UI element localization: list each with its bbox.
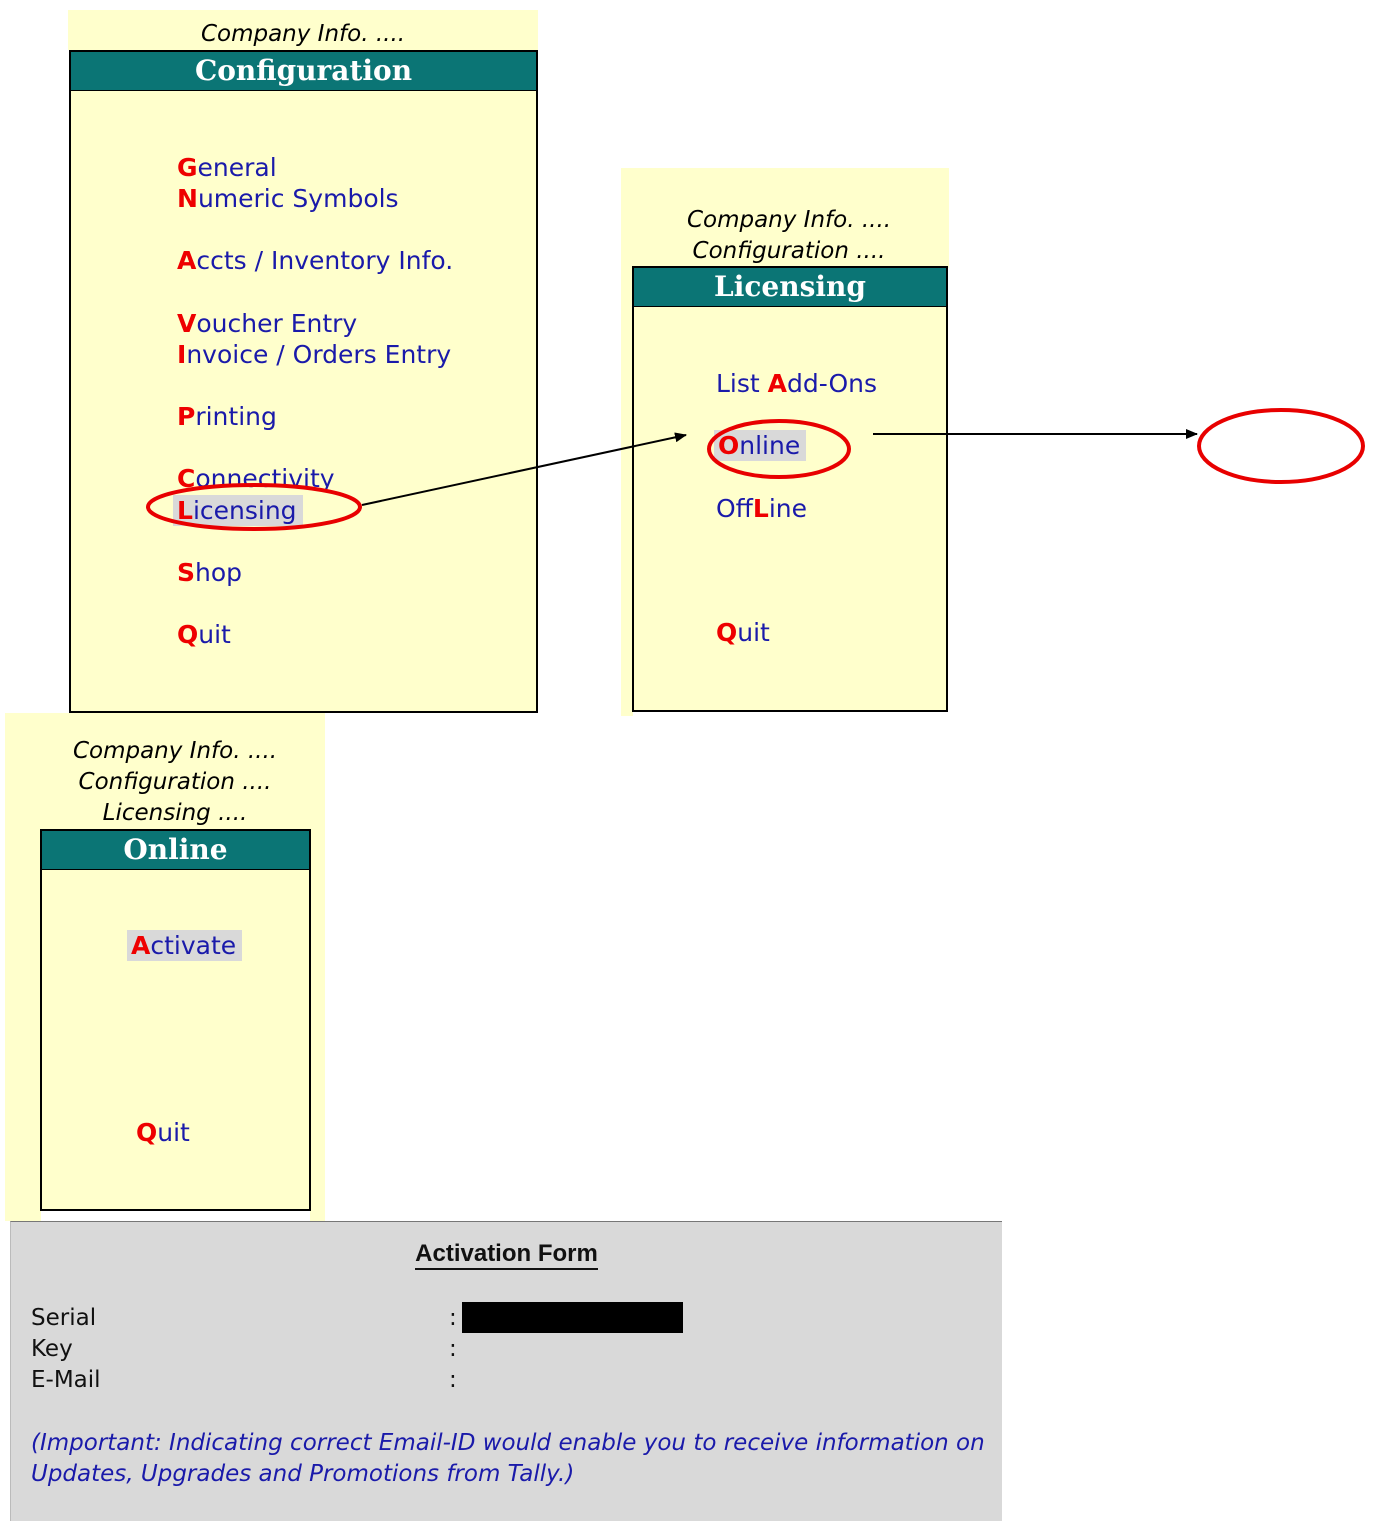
hotkey-letter: L [752, 494, 769, 523]
hotkey-letter: Q [177, 620, 199, 649]
online-breadcrumb-licensing: Licensing .... [102, 800, 248, 826]
licensing-menu-title: Licensing [634, 268, 946, 307]
hotkey-letter: Q [716, 618, 738, 647]
hotkey-letter: A [131, 931, 151, 960]
hotkey-letter: I [177, 340, 187, 369]
hotkey-letter: L [177, 496, 193, 525]
hotkey-letter: O [718, 431, 740, 460]
licensing-menu: Licensing [632, 266, 948, 712]
config-breadcrumb: Company Info. .... [200, 21, 406, 47]
menu-item-invoice-orders-entry[interactable]: Invoice / Orders Entry [177, 339, 451, 370]
online-side-bg [5, 829, 41, 1221]
online-breadcrumb-configuration: Configuration .... [78, 769, 272, 795]
menu-item-label: icensing [192, 496, 297, 525]
menu-item-list-add-ons[interactable]: List Add-Ons [716, 368, 877, 399]
menu-item-licensing[interactable]: Licensing [173, 495, 303, 526]
menu-item-connectivity[interactable]: Connectivity [177, 463, 335, 494]
menu-item-label: hop [195, 558, 243, 587]
menu-item-label: uit [198, 620, 231, 649]
menu-item-numeric-symbols[interactable]: Numeric Symbols [177, 183, 399, 214]
hotkey-letter: P [177, 402, 196, 431]
menu-item-label: ine [768, 494, 808, 523]
activation-form-title: Activation Form [415, 1240, 598, 1270]
menu-item-label: onnectivity [195, 464, 335, 493]
menu-item-label: rinting [195, 402, 277, 431]
configuration-menu-title: Configuration [71, 52, 536, 91]
menu-item-label: dd-Ons [787, 369, 878, 398]
email-note-line2: Updates, Upgrades and Promotions from Ta… [31, 1461, 575, 1487]
licensing-breadcrumb-configuration: Configuration .... [692, 238, 886, 264]
menu-item-label: eneral [197, 153, 277, 182]
hotkey-letter: S [177, 558, 196, 587]
menu-item-licensing-quit[interactable]: Quit [716, 617, 770, 648]
menu-item-online-quit[interactable]: Quit [136, 1117, 190, 1148]
menu-item-label: ccts / Inventory Info. [196, 246, 454, 275]
hotkey-letter: A [767, 369, 788, 398]
serial-separator: : [449, 1305, 457, 1331]
menu-item-label: uit [157, 1118, 190, 1147]
menu-item-label: umeric Symbols [197, 184, 399, 213]
online-side-bg-right [310, 829, 325, 1221]
configuration-menu: Configuration [69, 50, 538, 713]
highlight-next-step-ellipse [1197, 408, 1365, 484]
menu-item-label: ctivate [150, 931, 237, 960]
menu-item-quit[interactable]: Quit [177, 619, 231, 650]
online-menu: Online [40, 829, 311, 1211]
menu-item-label: uit [737, 618, 770, 647]
hotkey-letter: G [177, 153, 198, 182]
menu-item-offline[interactable]: OffLine [716, 493, 807, 524]
menu-item-online[interactable]: Online [714, 430, 807, 461]
online-breadcrumb-company: Company Info. .... [72, 738, 278, 764]
hotkey-letter: A [177, 246, 197, 275]
online-menu-title: Online [42, 831, 309, 870]
menu-item-general[interactable]: General [177, 152, 277, 183]
menu-item-accts-inventory-info[interactable]: Accts / Inventory Info. [177, 245, 453, 276]
email-label: E-Mail [31, 1367, 101, 1393]
serial-label: Serial [31, 1305, 97, 1331]
key-separator[interactable]: : [449, 1336, 457, 1362]
menu-item-voucher-entry[interactable]: Voucher Entry [177, 308, 357, 339]
menu-item-prefix: Off [716, 494, 753, 523]
hotkey-letter: Q [136, 1118, 158, 1147]
licensing-breadcrumb-company: Company Info. .... [686, 207, 892, 233]
email-note: (Important: Indicating correct Email-ID … [31, 1428, 991, 1490]
key-label: Key [31, 1336, 73, 1362]
menu-item-printing[interactable]: Printing [177, 401, 277, 432]
serial-value-redacted[interactable] [462, 1302, 683, 1333]
menu-item-label: nvoice / Orders Entry [186, 340, 452, 369]
hotkey-letter: C [177, 464, 196, 493]
menu-item-label: nline [739, 431, 801, 460]
menu-item-label: oucher Entry [196, 309, 358, 338]
menu-item-activate[interactable]: Activate [127, 930, 243, 961]
menu-item-shop[interactable]: Shop [177, 557, 242, 588]
hotkey-letter: N [177, 184, 198, 213]
activation-form: Activation Form Serial : Key : E-Mail : … [10, 1221, 1002, 1521]
email-note-line1: (Important: Indicating correct Email-ID … [31, 1430, 985, 1456]
hotkey-letter: V [177, 309, 197, 338]
email-separator[interactable]: : [449, 1367, 457, 1393]
menu-item-prefix: List [716, 369, 768, 398]
